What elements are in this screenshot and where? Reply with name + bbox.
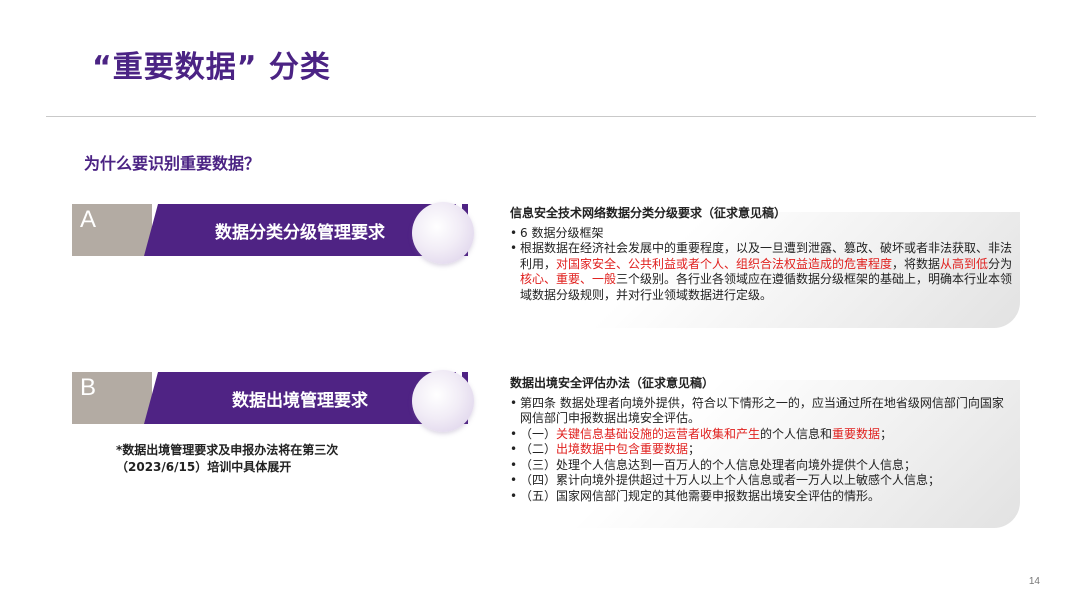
list-item: 第四条 数据处理者向境外提供，符合以下情形之一的，应当通过所在地省级网信部门向国… xyxy=(510,396,1015,427)
list-item: （五）国家网信部门规定的其他需要申报数据出境安全评估的情形。 xyxy=(510,489,1015,505)
section-b-label: 数据出境管理要求 xyxy=(232,391,368,411)
footnote-line-1: *数据出境管理要求及申报办法将在第三次 xyxy=(116,443,339,457)
section-a-bar: 数据分类分级管理要求 xyxy=(144,204,456,256)
section-b-tab: B xyxy=(72,372,152,424)
section-b-bar: 数据出境管理要求 xyxy=(144,372,456,424)
section-b-letter: B xyxy=(80,374,97,401)
section-b-banner: B 数据出境管理要求 xyxy=(72,372,468,424)
footnote-line-2: （2023/6/15）培训中具体展开 xyxy=(116,460,292,474)
slide-title: “重要数据” 分类 xyxy=(92,50,331,85)
circle-icon xyxy=(412,202,474,264)
section-b-heading: 数据出境安全评估办法（征求意见稿） xyxy=(510,376,715,390)
section-a-letter: A xyxy=(80,206,97,233)
list-item: 6 数据分级框架 xyxy=(510,226,1015,242)
footnote: *数据出境管理要求及申报办法将在第三次 （2023/6/15）培训中具体展开 xyxy=(116,442,338,476)
section-b-content: 数据出境安全评估办法（征求意见稿） 第四条 数据处理者向境外提供，符合以下情形之… xyxy=(510,376,1015,504)
section-a-tab: A xyxy=(72,204,152,256)
list-item: 根据数据在经济社会发展中的重要程度，以及一旦遭到泄露、篡改、破坏或者非法获取、非… xyxy=(510,241,1015,303)
page-number: 14 xyxy=(1028,576,1040,587)
section-a-label: 数据分类分级管理要求 xyxy=(215,223,385,243)
title-divider xyxy=(46,116,1036,117)
list-item: （二）出境数据中包含重要数据； xyxy=(510,442,1015,458)
list-item: （一）关键信息基础设施的运营者收集和产生的个人信息和重要数据； xyxy=(510,427,1015,443)
list-item: （四）累计向境外提供超过十万人以上个人信息或者一万人以上敏感个人信息； xyxy=(510,473,1015,489)
section-question: 为什么要识别重要数据？ xyxy=(84,154,261,173)
section-a-heading: 信息安全技术网络数据分类分级要求（征求意见稿） xyxy=(510,206,787,220)
list-item: （三）处理个人信息达到一百万人的个人信息处理者向境外提供个人信息； xyxy=(510,458,1015,474)
section-a-banner: A 数据分类分级管理要求 xyxy=(72,204,468,256)
section-a-content: 信息安全技术网络数据分类分级要求（征求意见稿） 6 数据分级框架 根据数据在经济… xyxy=(510,206,1015,303)
circle-icon xyxy=(412,370,474,432)
